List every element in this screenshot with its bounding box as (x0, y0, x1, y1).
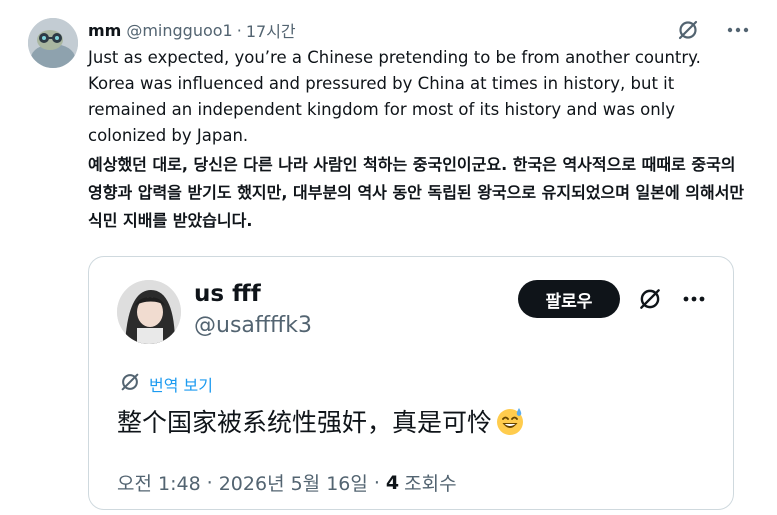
tweet-card: mm @mingguoo1 · 17시간 Just as expected, y… (0, 0, 777, 515)
quoted-tweet[interactable]: us fff @usaffffk3 팔로우 번역 보기 整个国家被系统性强奸，真… (88, 256, 734, 510)
tweet-text-english: Just as expected, you’re a Chinese prete… (88, 48, 701, 145)
quoted-time[interactable]: 오전 1:48 (117, 469, 201, 496)
quoted-date[interactable]: 2026년 5월 16일 (219, 469, 368, 496)
author-handle[interactable]: @mingguoo1 (126, 21, 232, 40)
sweat-smile-emoji-icon (494, 405, 526, 437)
quoted-tweet-text: 整个国家被系统性强奸，真是可怜 (117, 403, 526, 439)
grok-icon[interactable] (637, 286, 663, 312)
author-name[interactable]: mm (88, 21, 121, 40)
tweet-header: mm @mingguoo1 · 17시간 (88, 18, 728, 42)
quoted-text: 整个国家被系统性强奸，真是可怜 (117, 408, 493, 437)
follow-button[interactable]: 팔로우 (518, 280, 620, 318)
quoted-author-avatar[interactable] (117, 280, 181, 344)
tweet-timestamp[interactable]: 17시간 (246, 18, 296, 42)
header-separator: · (236, 20, 242, 40)
author-avatar[interactable] (28, 18, 78, 68)
translate-link[interactable]: 번역 보기 (119, 371, 213, 397)
views-label: 조회수 (404, 473, 457, 495)
quoted-author-handle[interactable]: @usaffffk3 (194, 313, 312, 338)
more-options-icon[interactable] (679, 287, 709, 311)
quoted-author-name[interactable]: us fff (194, 281, 261, 307)
meta-separator: · (206, 471, 213, 494)
translate-icon (119, 371, 141, 397)
grok-icon[interactable] (676, 18, 700, 42)
views-count: 4 (385, 471, 400, 494)
tweet-text-korean: 예상했던 대로, 당신은 다른 나라 사람인 척하는 중국인이군요. 한국은 역… (88, 155, 745, 230)
translate-label: 번역 보기 (149, 376, 213, 395)
more-options-icon[interactable] (724, 18, 752, 42)
meta-separator: · (373, 471, 380, 494)
quoted-tweet-meta: 오전 1:48 · 2026년 5월 16일 · 4 조회수 (117, 469, 457, 496)
